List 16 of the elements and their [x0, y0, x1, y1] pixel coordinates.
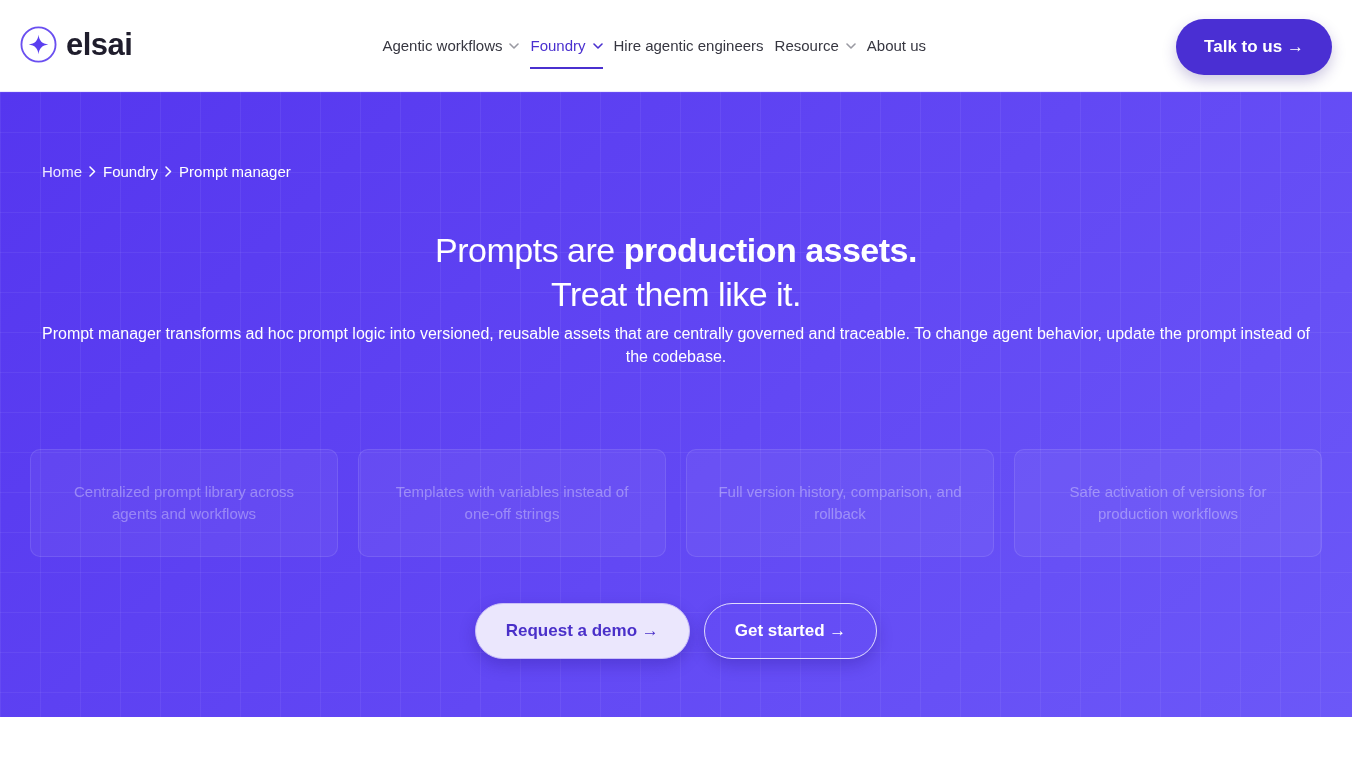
hero-description: Prompt manager transforms ad hoc prompt logic into versioned, reusable assets that are centrally governed and traceable. To change agent behavior, update the prompt instead of the codebase. [41, 324, 1311, 367]
chevron-right-icon [89, 165, 96, 177]
nav-link[interactable]: About us [866, 29, 926, 69]
nav-link[interactable]: Hire agentic engineers [613, 29, 764, 69]
talk-to-us-button[interactable]: Talk to us → [1176, 18, 1332, 75]
hero-headline: Prompts are production assets. Treat them like it. [435, 230, 917, 315]
breadcrumb-link[interactable]: Home [42, 162, 82, 180]
request-demo-button[interactable]: Request a demo → [474, 603, 690, 659]
nav-link[interactable]: Resource [774, 29, 856, 69]
breadcrumb-current: Prompt manager [179, 162, 291, 180]
breadcrumb-link[interactable]: Foundry [103, 162, 159, 180]
nav-link[interactable]: Agentic workflows [382, 29, 520, 69]
sparkle-ring-icon [20, 26, 57, 63]
chevron-right-icon [165, 165, 173, 177]
logo-link[interactable]: elsai [20, 26, 133, 63]
nav-link[interactable]: Foundry [530, 29, 603, 69]
